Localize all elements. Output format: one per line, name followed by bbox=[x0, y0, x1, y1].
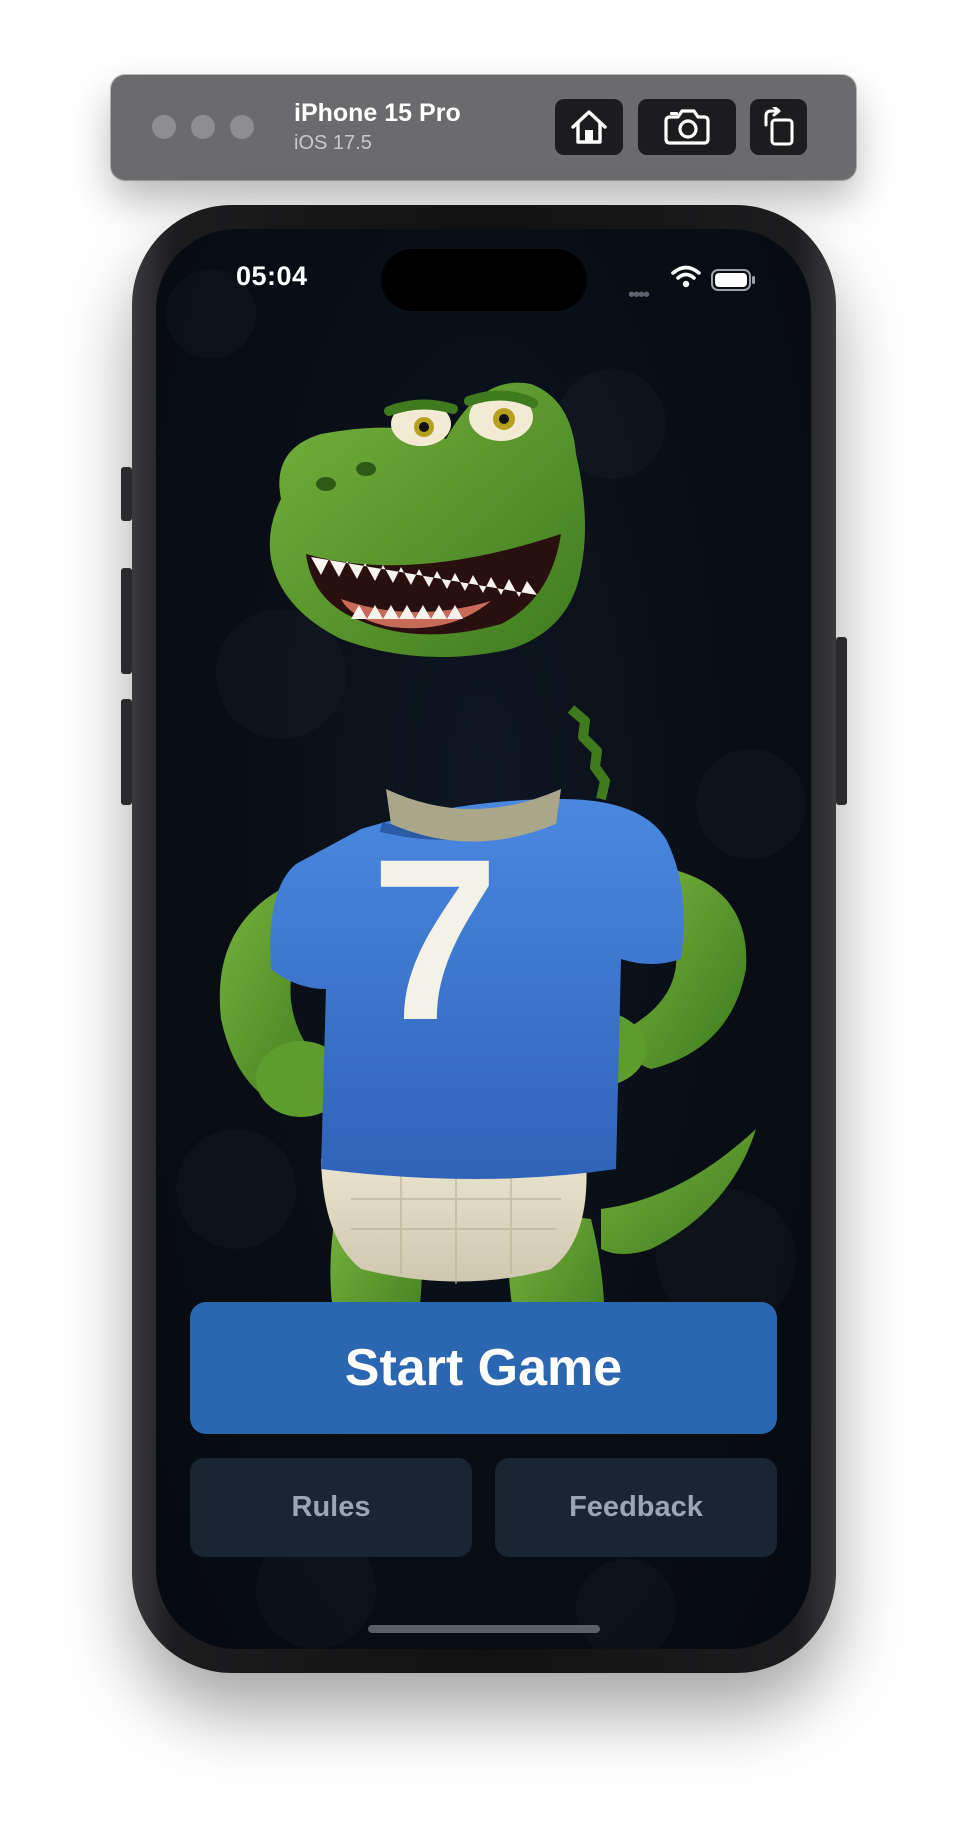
device-name: iPhone 15 Pro bbox=[294, 99, 461, 127]
os-version: iOS 17.5 bbox=[294, 132, 372, 154]
rotate-button[interactable] bbox=[750, 99, 807, 155]
wifi-icon bbox=[671, 265, 701, 288]
feedback-button[interactable]: Feedback bbox=[495, 1458, 777, 1557]
volume-down-button[interactable] bbox=[121, 699, 132, 805]
volume-up-button[interactable] bbox=[121, 568, 132, 674]
start-game-button[interactable]: Start Game bbox=[190, 1302, 777, 1434]
battery-icon bbox=[711, 269, 755, 291]
window-close-dot[interactable] bbox=[152, 115, 176, 139]
rules-button[interactable]: Rules bbox=[190, 1458, 472, 1557]
home-icon bbox=[571, 110, 607, 144]
action-button[interactable] bbox=[121, 467, 132, 521]
app-screen: 05:04 •••• 7 Start Game Rules Feedback bbox=[156, 229, 811, 1649]
home-indicator[interactable] bbox=[368, 1625, 600, 1633]
jersey-number: 7 bbox=[371, 811, 499, 1068]
rotate-icon bbox=[764, 107, 793, 146]
dynamic-island bbox=[381, 249, 587, 311]
window-zoom-dot[interactable] bbox=[230, 115, 254, 139]
screenshot-button[interactable] bbox=[638, 99, 736, 155]
simulator-stage: iPhone 15 Pro iOS 17.5 05:04 •••• 7 Star… bbox=[0, 0, 968, 1826]
status-time: 05:04 bbox=[236, 261, 308, 291]
window-minimize-dot[interactable] bbox=[191, 115, 215, 139]
power-button[interactable] bbox=[836, 637, 847, 805]
home-button[interactable] bbox=[555, 99, 623, 155]
camera-icon bbox=[664, 109, 710, 145]
background-pattern bbox=[576, 1559, 676, 1649]
simulator-toolbar bbox=[111, 75, 856, 180]
cellular-signal-icon: •••• bbox=[628, 284, 650, 306]
